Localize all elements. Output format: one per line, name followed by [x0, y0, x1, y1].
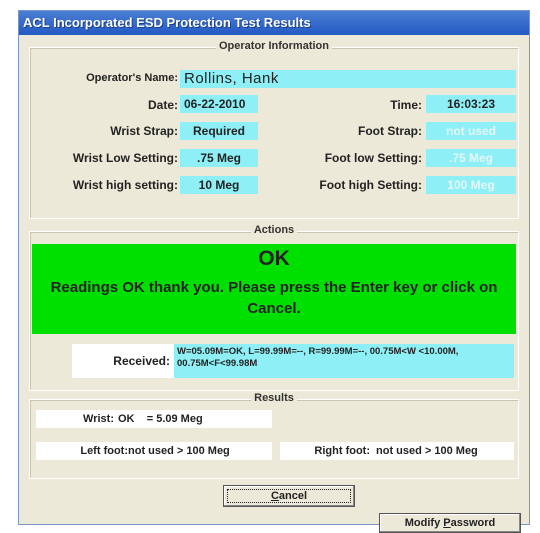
- wrist-strap-label: Wrist Strap:: [110, 124, 178, 138]
- actions-group: Actions OK Readings OK thank you. Please…: [29, 224, 519, 391]
- wrist-result-value: OK = 5.09 Meg: [118, 413, 203, 425]
- left-foot-label: Left foot:: [80, 445, 128, 457]
- received-label: Received:: [72, 344, 174, 378]
- foot-high-field: 100 Meg: [426, 176, 516, 194]
- status-panel: OK Readings OK thank you. Please press t…: [32, 244, 516, 334]
- results-group: Results Wrist: OK = 5.09 Meg Left foot:no…: [29, 392, 519, 479]
- wrist-result: Wrist: OK = 5.09 Meg: [36, 410, 272, 428]
- left-foot-result: Left foot:not used > 100 Meg: [36, 442, 272, 460]
- operator-name-label: Operator's Name:: [86, 72, 178, 84]
- modify-prefix: Modify: [404, 517, 444, 529]
- modify-password-button[interactable]: Modify Password: [379, 513, 521, 533]
- date-label: Date:: [147, 98, 178, 112]
- actions-legend: Actions: [250, 224, 298, 236]
- right-foot-value: not used > 100 Meg: [376, 445, 478, 457]
- operator-name-field: Rollins, Hank: [180, 70, 516, 88]
- left-foot-value: not used > 100 Meg: [128, 445, 230, 457]
- time-field: 16:03:23: [426, 95, 516, 113]
- operator-info-group: Operator Information Operator's Name: Ro…: [29, 40, 519, 219]
- modify-hotkey: P: [443, 517, 451, 529]
- cancel-button[interactable]: Cancel: [223, 485, 355, 507]
- date-field: 06-22-2010: [180, 95, 258, 113]
- foot-low-label: Foot low Setting:: [324, 151, 422, 165]
- window-title: ACL Incorporated ESD Protection Test Res…: [19, 11, 529, 35]
- foot-low-field: .75 Meg: [426, 149, 516, 167]
- operator-info-legend: Operator Information: [215, 40, 332, 52]
- status-ok: OK: [258, 247, 290, 270]
- wrist-low-label: Wrist Low Setting:: [72, 151, 178, 165]
- foot-strap-label: Foot Strap:: [358, 124, 422, 138]
- wrist-strap-field: Required: [180, 122, 258, 140]
- focus-rect: [227, 489, 351, 503]
- foot-high-label: Foot high Setting:: [319, 178, 422, 192]
- wrist-low-field: .75 Meg: [180, 149, 258, 167]
- wrist-result-label: Wrist:: [83, 413, 114, 425]
- time-label: Time:: [390, 98, 422, 112]
- results-window: ACL Incorporated ESD Protection Test Res…: [18, 10, 530, 533]
- status-message: Readings OK thank you. Please press the …: [50, 279, 498, 317]
- right-foot-label: Right foot:: [314, 445, 370, 457]
- wrist-high-label: Wrist high setting:: [72, 178, 178, 192]
- results-legend: Results: [251, 392, 297, 404]
- modify-label: assword: [450, 517, 496, 529]
- received-value: W=05.09M=OK, L=99.99M=--, R=99.99M=--, 0…: [174, 344, 514, 378]
- wrist-high-field: 10 Meg: [180, 176, 258, 194]
- foot-strap-field: not used: [426, 122, 516, 140]
- right-foot-result: Right foot: not used > 100 Meg: [280, 442, 514, 460]
